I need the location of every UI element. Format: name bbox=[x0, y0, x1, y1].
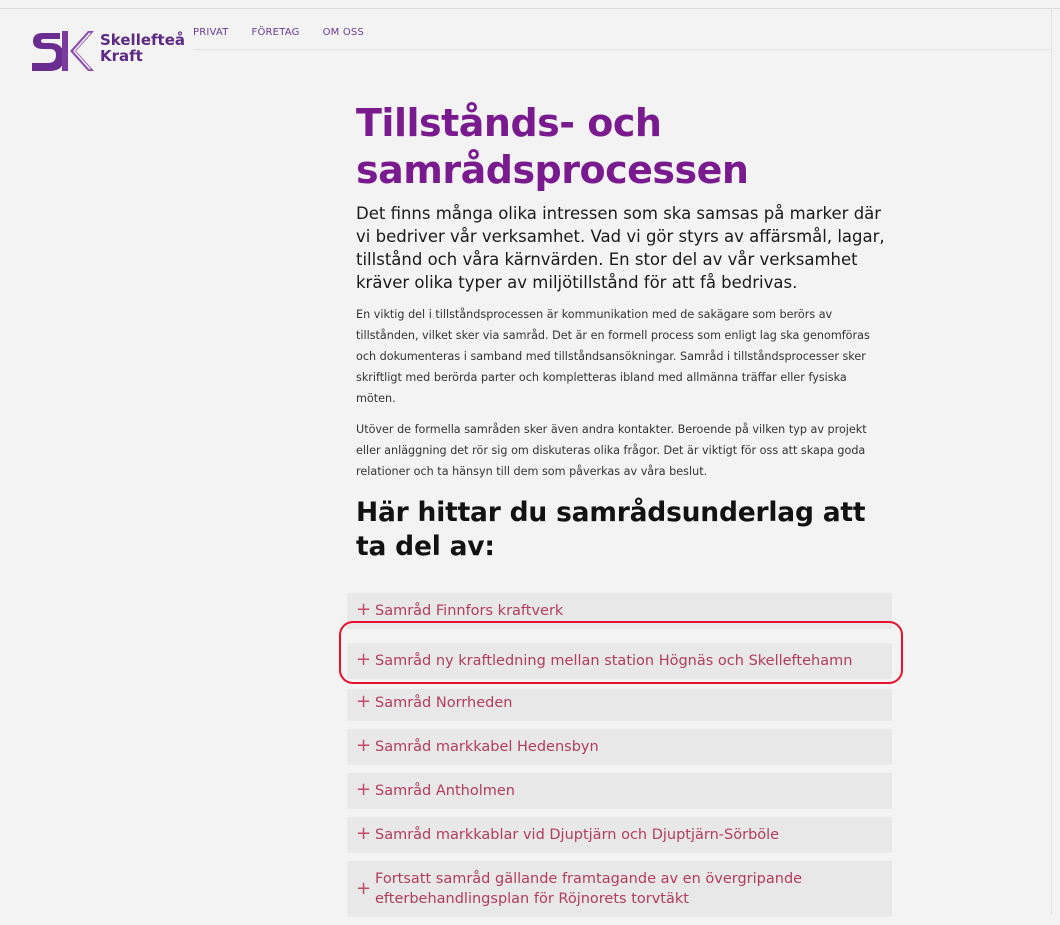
logo-wordmark: Skellefteå Kraft bbox=[100, 32, 185, 64]
accordion-item-rojnoret[interactable]: + Fortsatt samråd gällande framtagande a… bbox=[347, 861, 892, 917]
plus-icon: + bbox=[356, 599, 372, 620]
site-header: Skellefteå Kraft PRIVAT FÖRETAG OM OSS bbox=[0, 0, 1060, 80]
page-title-line-2: samrådsprocessen bbox=[356, 148, 749, 192]
main-nav: PRIVAT FÖRETAG OM OSS bbox=[193, 27, 387, 38]
plus-icon: + bbox=[356, 779, 372, 800]
accordion-item-label: Samråd markkablar vid Djuptjärn och Djup… bbox=[375, 827, 780, 843]
consultation-accordion: + Samråd Finnfors kraftverk + Samråd ny … bbox=[347, 593, 892, 925]
accordion-item-label: Samråd ny kraftledning mellan station Hö… bbox=[375, 653, 853, 669]
page-title: Tillstånds- och samrådsprocessen bbox=[356, 100, 896, 194]
logo-line-2: Kraft bbox=[100, 47, 143, 65]
plus-icon: + bbox=[356, 878, 372, 899]
accordion-item-finnfors[interactable]: + Samråd Finnfors kraftverk bbox=[347, 593, 892, 629]
section-title: Här hittar du samrådsunderlag att ta del… bbox=[356, 497, 866, 562]
accordion-item-label: Samråd Finnfors kraftverk bbox=[375, 603, 564, 619]
accordion-item-label: Samråd Antholmen bbox=[375, 783, 515, 799]
nav-foretag[interactable]: FÖRETAG bbox=[252, 27, 300, 38]
accordion-item-djuptjarn[interactable]: + Samråd markkablar vid Djuptjärn och Dj… bbox=[347, 817, 892, 853]
accordion-item-kraftledning-hognas[interactable]: + Samråd ny kraftledning mellan station … bbox=[347, 643, 892, 679]
body-paragraph-2: Utöver de formella samråden sker även an… bbox=[356, 423, 867, 478]
accordion-item-norrheden[interactable]: + Samråd Norrheden bbox=[347, 689, 892, 721]
plus-icon: + bbox=[356, 823, 372, 844]
nav-om-oss[interactable]: OM OSS bbox=[323, 27, 364, 38]
accordion-item-hedensbyn[interactable]: + Samråd markkabel Hedensbyn bbox=[347, 729, 892, 765]
sk-logo-icon bbox=[32, 31, 94, 71]
accordion-item-label: Samråd Norrheden bbox=[375, 695, 513, 711]
nav-divider bbox=[193, 49, 1051, 50]
accordion-item-label: Samråd markkabel Hedensbyn bbox=[375, 739, 599, 755]
site-logo[interactable]: Skellefteå Kraft bbox=[30, 27, 190, 75]
accordion-item-antholmen[interactable]: + Samråd Antholmen bbox=[347, 773, 892, 809]
page-title-line-1: Tillstånds- och bbox=[356, 101, 662, 145]
plus-icon: + bbox=[356, 649, 372, 670]
body-paragraph-1: En viktig del i tillståndsprocessen är k… bbox=[356, 308, 870, 405]
lead-paragraph: Det finns många olika intressen som ska … bbox=[356, 204, 885, 292]
nav-privat[interactable]: PRIVAT bbox=[193, 27, 229, 38]
plus-icon: + bbox=[356, 691, 372, 712]
accordion-item-label: Fortsatt samråd gällande framtagande av … bbox=[375, 871, 803, 907]
right-border bbox=[1051, 8, 1052, 914]
plus-icon: + bbox=[356, 735, 372, 756]
main-content: Tillstånds- och samrådsprocessen Det fin… bbox=[356, 100, 896, 564]
logo-line-1: Skellefteå bbox=[100, 31, 185, 49]
